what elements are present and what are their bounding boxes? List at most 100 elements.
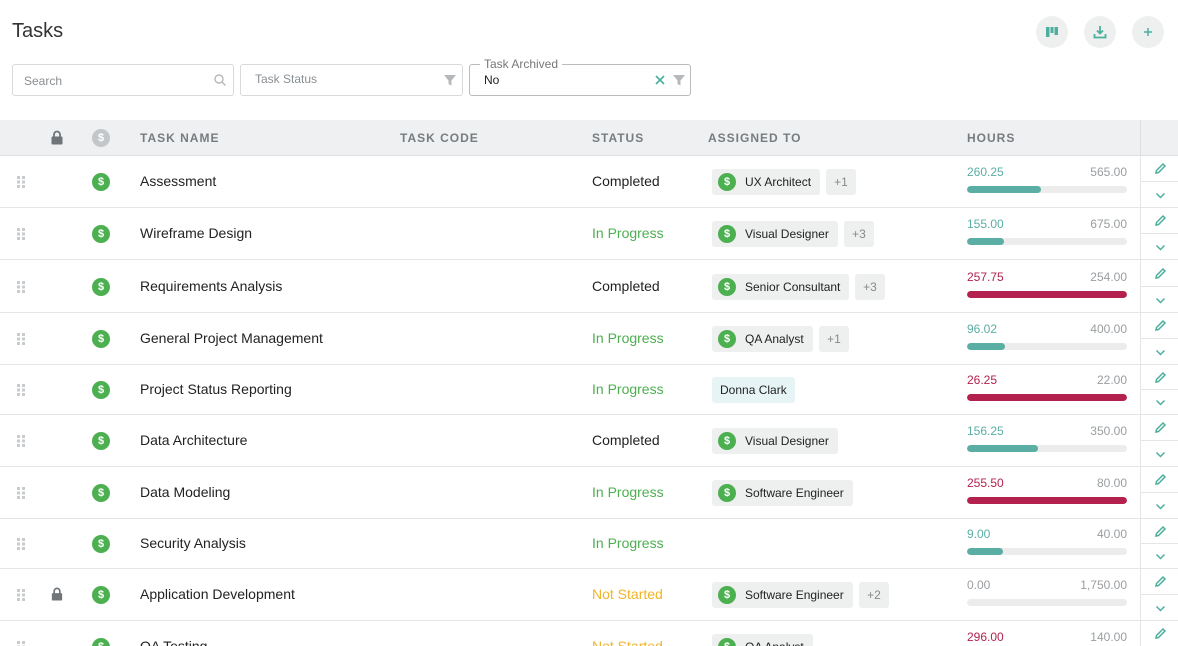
table-row[interactable]: $ General Project Management In Progress $ Q… — [0, 313, 1178, 365]
chevron-down-icon — [1155, 399, 1165, 406]
edit-button[interactable] — [1141, 415, 1178, 441]
more-assignees-badge[interactable]: +3 — [855, 274, 885, 300]
edit-button[interactable] — [1141, 313, 1178, 339]
drag-handle-icon[interactable] — [16, 434, 26, 448]
task-name[interactable]: Data Architecture — [140, 432, 247, 448]
expand-button[interactable] — [1141, 441, 1178, 467]
expand-button[interactable] — [1141, 544, 1178, 569]
plus-icon — [1144, 28, 1152, 36]
column-task-name[interactable]: TASK NAME — [140, 131, 219, 145]
task-name[interactable]: QA Testing — [140, 638, 207, 646]
column-status[interactable]: STATUS — [592, 131, 644, 145]
task-status-select[interactable]: Task Status — [240, 64, 463, 96]
task-name[interactable]: Assessment — [140, 173, 216, 189]
edit-button[interactable] — [1141, 569, 1178, 595]
assignee-chip[interactable]: $ Visual Designer — [712, 221, 838, 247]
drag-handle-icon[interactable] — [16, 537, 26, 551]
more-assignees-badge[interactable]: +2 — [859, 582, 889, 608]
edit-button[interactable] — [1141, 365, 1178, 390]
hours-progress-fill — [967, 394, 1127, 401]
page-title: Tasks — [12, 20, 64, 42]
drag-handle-icon[interactable] — [16, 227, 26, 241]
more-assignees-badge[interactable]: +1 — [826, 169, 856, 195]
expand-button[interactable] — [1141, 182, 1178, 208]
edit-button[interactable] — [1141, 260, 1178, 287]
edit-button[interactable] — [1141, 467, 1178, 493]
assignee-chip[interactable]: $ QA Analyst — [712, 326, 813, 352]
table-row[interactable]: $ Requirements Analysis Completed $ Senior C… — [0, 260, 1178, 313]
edit-button[interactable] — [1141, 208, 1178, 234]
task-name[interactable]: Wireframe Design — [140, 225, 252, 241]
task-archived-select[interactable]: Task Archived No — [469, 57, 691, 96]
edit-button[interactable] — [1141, 156, 1178, 182]
hours-progress-fill — [967, 186, 1041, 193]
expand-button[interactable] — [1141, 595, 1178, 621]
hours-estimate: 400.00 — [1090, 322, 1127, 336]
table-row[interactable]: $ Data Modeling In Progress $ Software Engin… — [0, 467, 1178, 519]
board-view-button[interactable] — [1036, 16, 1068, 48]
assignee-chip[interactable]: $ Software Engineer — [712, 582, 853, 608]
expand-button[interactable] — [1141, 287, 1178, 313]
table-header: $ TASK NAME TASK CODE STATUS ASSIGNED TO… — [0, 120, 1178, 156]
clear-icon[interactable] — [654, 74, 666, 86]
task-status-placeholder: Task Status — [255, 72, 318, 86]
table-row[interactable]: $ Wireframe Design In Progress $ Visual Desi… — [0, 208, 1178, 260]
assignee-name: Visual Designer — [745, 227, 829, 241]
table-row[interactable]: $ QA Testing Not Started $ QA Analyst 296.00 1… — [0, 621, 1178, 646]
more-assignees-badge[interactable]: +1 — [819, 326, 849, 352]
search-input[interactable]: Search — [12, 64, 234, 96]
download-button[interactable] — [1084, 16, 1116, 48]
row-actions — [1140, 260, 1178, 313]
task-name[interactable]: General Project Management — [140, 330, 323, 346]
table-row[interactable]: $ Application Development Not Started $ Soft… — [0, 569, 1178, 621]
assignee-chip[interactable]: $ Software Engineer — [712, 480, 853, 506]
role-dollar-icon: $ — [718, 484, 736, 502]
column-assigned-to[interactable]: ASSIGNED TO — [708, 131, 801, 145]
drag-handle-icon[interactable] — [16, 175, 26, 189]
task-name[interactable]: Data Modeling — [140, 484, 230, 500]
edit-button[interactable] — [1141, 519, 1178, 544]
drag-handle-icon[interactable] — [16, 280, 26, 294]
expand-button[interactable] — [1141, 234, 1178, 260]
pencil-icon — [1154, 473, 1166, 485]
drag-handle-icon[interactable] — [16, 332, 26, 346]
expand-button[interactable] — [1141, 339, 1178, 365]
billable-icon: $ — [92, 381, 110, 399]
search-placeholder: Search — [24, 74, 63, 88]
assignee-chip[interactable]: Donna Clark — [712, 377, 795, 403]
chevron-down-icon — [1155, 192, 1165, 199]
drag-handle-icon[interactable] — [16, 486, 26, 500]
assignee-chip[interactable]: $ UX Architect — [712, 169, 821, 195]
hours-progress-fill — [967, 548, 1003, 555]
assignee-name: QA Analyst — [745, 640, 804, 646]
drag-handle-icon[interactable] — [16, 383, 26, 397]
row-actions — [1140, 313, 1178, 365]
task-name[interactable]: Requirements Analysis — [140, 278, 282, 294]
hours-progress-bar — [967, 497, 1127, 504]
task-name[interactable]: Application Development — [140, 586, 295, 602]
assignee-name: QA Analyst — [745, 332, 804, 346]
hours-progress-fill — [967, 343, 1006, 350]
drag-handle-icon[interactable] — [16, 640, 26, 646]
task-status: In Progress — [592, 330, 664, 346]
expand-button[interactable] — [1141, 493, 1178, 519]
column-task-code[interactable]: TASK CODE — [400, 131, 479, 145]
row-actions — [1140, 467, 1178, 519]
task-name[interactable]: Security Analysis — [140, 535, 246, 551]
filter-icon — [444, 75, 456, 86]
task-name[interactable]: Project Status Reporting — [140, 381, 292, 397]
assignee-chip[interactable]: $ QA Analyst — [712, 634, 813, 646]
table-row[interactable]: $ Assessment Completed $ UX Architect +1 260.2… — [0, 156, 1178, 208]
more-assignees-badge[interactable]: +3 — [844, 221, 874, 247]
assignee-chip[interactable]: $ Visual Designer — [712, 428, 838, 454]
assignee-chip[interactable]: $ Senior Consultant — [712, 274, 850, 300]
table-row[interactable]: $ Project Status Reporting In Progress Donn… — [0, 365, 1178, 415]
hours-used: 26.25 — [967, 373, 998, 387]
add-task-button[interactable] — [1132, 16, 1164, 48]
column-hours[interactable]: HOURS — [967, 131, 1015, 145]
expand-button[interactable] — [1141, 390, 1178, 415]
drag-handle-icon[interactable] — [16, 588, 26, 602]
table-row[interactable]: $ Security Analysis In Progress 9.00 40.00 — [0, 519, 1178, 569]
table-row[interactable]: $ Data Architecture Completed $ Visual Desig… — [0, 415, 1178, 467]
edit-button[interactable] — [1141, 621, 1178, 646]
